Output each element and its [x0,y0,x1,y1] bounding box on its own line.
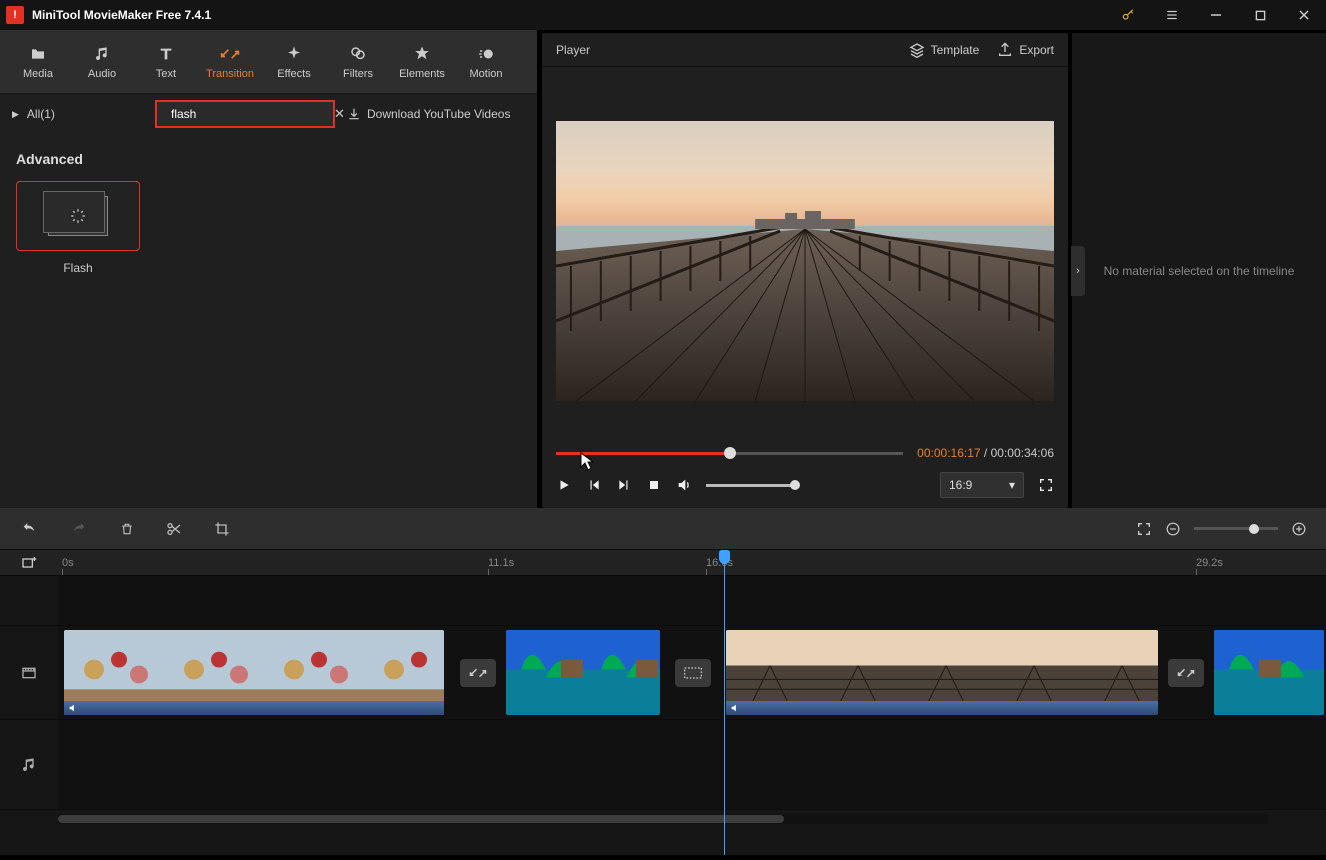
tab-media[interactable]: Media [6,30,70,93]
crop-button[interactable] [214,521,230,537]
play-button[interactable] [556,477,572,493]
star-shape-icon [413,44,431,64]
timeline-scrollbar[interactable] [58,814,1268,824]
search-field[interactable] [169,106,328,122]
menu-icon[interactable] [1150,0,1194,30]
minimize-button[interactable] [1194,0,1238,30]
chevron-down-icon: ▾ [1009,478,1015,492]
clip-1[interactable] [64,630,444,715]
app-title: MiniTool MovieMaker Free 7.4.1 [32,8,211,22]
overlay-track[interactable] [58,576,1326,625]
tab-effects[interactable]: Effects [262,30,326,93]
circles-icon [348,44,368,64]
ruler-tick: 0s [62,550,74,575]
undo-button[interactable] [20,522,38,536]
transition-badge-1[interactable] [460,659,496,687]
timecode: 00:00:16:17 / 00:00:34:06 [917,446,1054,460]
download-youtube-link[interactable]: Download YouTube Videos [347,107,510,121]
video-preview [542,67,1068,438]
key-icon[interactable] [1106,0,1150,30]
transition-icon [220,44,240,64]
tab-motion[interactable]: Motion [454,30,518,93]
tab-text[interactable]: Text [134,30,198,93]
seek-slider[interactable] [556,452,903,455]
split-button[interactable] [166,521,182,537]
ruler-tick: 16.6s [706,550,733,575]
category-all[interactable]: ▶ All(1) [0,95,155,133]
text-icon [157,44,175,64]
export-icon [997,42,1013,58]
video-track[interactable] [58,626,1326,719]
clear-search-icon[interactable]: ✕ [334,106,345,122]
app-logo: ! [6,6,24,24]
template-button[interactable]: Template [909,42,980,58]
properties-panel: › No material selected on the timeline [1072,33,1326,508]
transition-item-label: Flash [16,261,140,275]
audio-track-icon [0,720,58,809]
close-button[interactable] [1282,0,1326,30]
player-title: Player [556,43,891,57]
fullscreen-button[interactable] [1038,477,1054,493]
layers-icon [909,42,925,58]
search-input[interactable]: ✕ [155,100,335,128]
cursor-icon [580,452,594,472]
clip-4[interactable] [1214,630,1324,715]
tab-filters[interactable]: Filters [326,30,390,93]
video-track-icon [0,626,58,719]
aspect-ratio-dropdown[interactable]: 16:9 ▾ [940,472,1024,498]
prev-frame-button[interactable] [586,477,602,493]
zoom-in-button[interactable] [1292,522,1306,536]
download-icon [347,107,361,121]
folder-icon [28,44,48,64]
zoom-out-button[interactable] [1166,522,1180,536]
zoom-slider[interactable] [1194,527,1278,530]
sparkle-icon [285,44,303,64]
music-note-icon [94,44,110,64]
transition-badge-2[interactable] [675,659,711,687]
audio-track[interactable] [58,720,1326,809]
transition-item-flash[interactable]: Flash [16,181,140,275]
stop-button[interactable] [646,477,662,493]
add-track-icon [20,555,38,571]
chevron-right-icon: ▶ [12,109,19,120]
loading-icon [69,207,87,225]
fit-button[interactable] [1136,521,1152,537]
clip-2[interactable] [506,630,660,715]
add-track-button[interactable] [0,550,58,575]
panel-collapse-handle[interactable]: › [1071,246,1085,296]
next-frame-button[interactable] [616,477,632,493]
tab-transition[interactable]: Transition [198,30,262,93]
clip-3[interactable] [726,630,1158,715]
volume-slider[interactable] [706,484,796,487]
tab-elements[interactable]: Elements [390,30,454,93]
section-heading: Advanced [16,151,521,167]
tab-audio[interactable]: Audio [70,30,134,93]
ruler-tick: 29.2s [1196,550,1223,575]
motion-icon [477,44,495,64]
maximize-button[interactable] [1238,0,1282,30]
ruler-tick: 11.1s [488,550,514,575]
export-button[interactable]: Export [997,42,1054,58]
transition-badge-3[interactable] [1168,659,1204,687]
redo-button[interactable] [70,522,88,536]
delete-button[interactable] [120,521,134,537]
volume-button[interactable] [676,477,692,493]
